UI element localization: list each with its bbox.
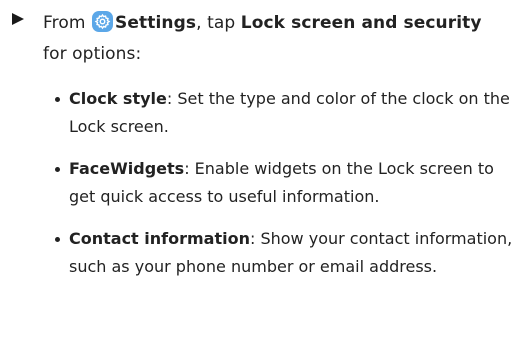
bullet-dot (55, 167, 60, 172)
step-middle: , tap (196, 13, 241, 33)
bullet-dot (55, 237, 60, 242)
step-arrow-icon (12, 13, 24, 25)
list-item: FaceWidgets: Enable widgets on the Lock … (55, 155, 519, 211)
settings-gear-icon (92, 11, 114, 32)
lock-screen-security-label: Lock screen and security (240, 13, 482, 33)
bullet-dot (55, 97, 60, 102)
option-term: FaceWidgets (69, 159, 185, 178)
list-item: Clock style: Set the type and color of t… (55, 85, 519, 141)
option-term: Contact information (69, 229, 250, 248)
step-text: From Settings, tap Lock screen and secur… (43, 8, 513, 70)
settings-label: Settings (115, 13, 197, 33)
step-prefix: From (43, 13, 86, 33)
step-suffix: for options: (43, 44, 142, 64)
list-item: Contact information: Show your contact i… (55, 225, 519, 281)
option-term: Clock style (69, 89, 167, 108)
options-list: Clock style: Set the type and color of t… (55, 85, 519, 295)
